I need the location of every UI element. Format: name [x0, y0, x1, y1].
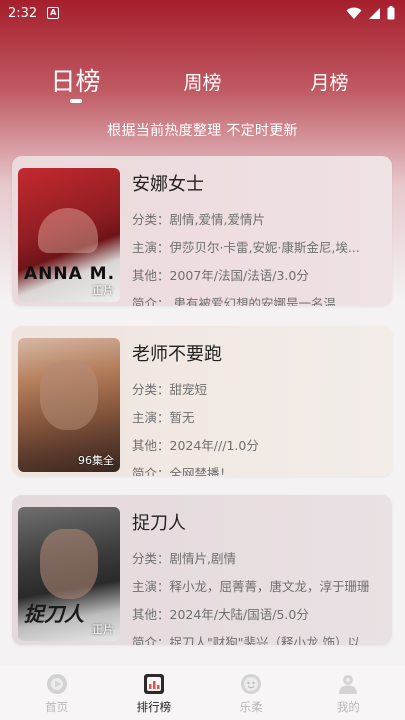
card-cast: 主演：暂无: [132, 410, 195, 425]
card-intro: 简介： 患有被爱幻想的安娜是一名温...: [132, 296, 348, 306]
card-genre: 分类：剧情,爱情,爱情片: [132, 212, 265, 227]
poster-image: ANNA M. 正片: [18, 168, 120, 302]
card-cast: 主演：伊莎贝尔·卡雷,安妮·康斯金尼,埃...: [132, 240, 360, 255]
card-title: 安娜女士: [132, 174, 204, 195]
nav-lerou-label: 乐柔: [239, 699, 263, 714]
ranking-subtitle: 根据当前热度整理 不定时更新: [107, 123, 298, 139]
nav-ranking-label: 排行榜: [136, 699, 172, 714]
poster-title: ANNA M.: [24, 264, 116, 284]
poster-image: 96集全: [18, 338, 120, 472]
tab-monthly[interactable]: 月榜: [275, 62, 385, 95]
tab-daily[interactable]: 日榜: [21, 62, 131, 103]
ranking-tabs: 日榜 周榜 月榜: [0, 62, 405, 112]
battery-icon: [387, 6, 395, 20]
card-other: 其他：2024年/大陆/国语/5.0分: [132, 607, 309, 622]
nav-home-label: 首页: [45, 699, 69, 714]
bottom-nav: 首页 排行榜 乐柔 我的: [0, 666, 405, 720]
nav-lerou[interactable]: 乐柔: [211, 672, 291, 715]
profile-icon: [339, 674, 358, 694]
nav-ranking[interactable]: 排行榜: [114, 672, 194, 715]
face-icon: [241, 673, 262, 694]
card-info: 捉刀人 分类：剧情片,剧情 主演：释小龙，屈菁菁，唐文龙，淳于珊珊 其他：202…: [132, 509, 384, 645]
poster-badge: 96集全: [78, 454, 114, 467]
card-title: 老师不要跑: [132, 344, 222, 365]
tab-monthly-label: 月榜: [310, 72, 349, 94]
card-other: 其他：2007年/法国/法语/3.0分: [132, 268, 309, 283]
poster-figure: [40, 529, 98, 599]
ranking-card[interactable]: 捉刀人 正片 捉刀人 分类：剧情片,剧情 主演：释小龙，屈菁菁，唐文龙，淳于珊珊…: [12, 495, 392, 645]
poster-figure: [38, 208, 98, 253]
poster-figure: [40, 360, 98, 430]
card-genre: 分类：甜宠短: [132, 382, 208, 397]
card-other: 其他：2024年///1.0分: [132, 438, 259, 453]
tab-active-indicator: [69, 99, 82, 103]
status-bar: 2:32 A: [0, 0, 405, 26]
home-icon: [46, 673, 67, 694]
card-title: 捉刀人: [132, 513, 186, 534]
card-genre: 分类：剧情片,剧情: [132, 551, 236, 566]
nav-profile-label: 我的: [336, 699, 360, 714]
status-time: 2:32: [8, 5, 38, 21]
poster-badge: 正片: [92, 284, 114, 297]
card-info: 安娜女士 分类：剧情,爱情,爱情片 主演：伊莎贝尔·卡雷,安妮·康斯金尼,埃..…: [132, 170, 384, 306]
ranking-card[interactable]: 96集全 老师不要跑 分类：甜宠短 主演：暂无 其他：2024年///1.0分 …: [12, 326, 392, 476]
poster-badge: 正片: [92, 623, 114, 636]
card-intro: 简介：捉刀人"财狗"裴兴（释小龙 饰）以...: [132, 635, 372, 645]
tab-weekly-label: 周榜: [183, 72, 222, 94]
card-intro: 简介：全网禁播！: [132, 466, 233, 476]
tab-weekly[interactable]: 周榜: [148, 62, 258, 95]
tab-daily-label: 日榜: [50, 67, 101, 96]
signal-icon: [369, 7, 380, 19]
nav-profile[interactable]: 我的: [308, 672, 388, 715]
nav-home[interactable]: 首页: [17, 672, 97, 715]
notification-icon: A: [47, 7, 60, 19]
wifi-icon: [346, 7, 362, 19]
card-cast: 主演：释小龙，屈菁菁，唐文龙，淳于珊珊: [132, 579, 370, 594]
poster-title: 捉刀人: [24, 602, 84, 626]
card-info: 老师不要跑 分类：甜宠短 主演：暂无 其他：2024年///1.0分 简介：全网…: [132, 340, 384, 476]
poster-image: 捉刀人 正片: [18, 507, 120, 641]
ranking-icon: [143, 673, 164, 694]
ranking-card[interactable]: ANNA M. 正片 安娜女士 分类：剧情,爱情,爱情片 主演：伊莎贝尔·卡雷,…: [12, 156, 392, 306]
